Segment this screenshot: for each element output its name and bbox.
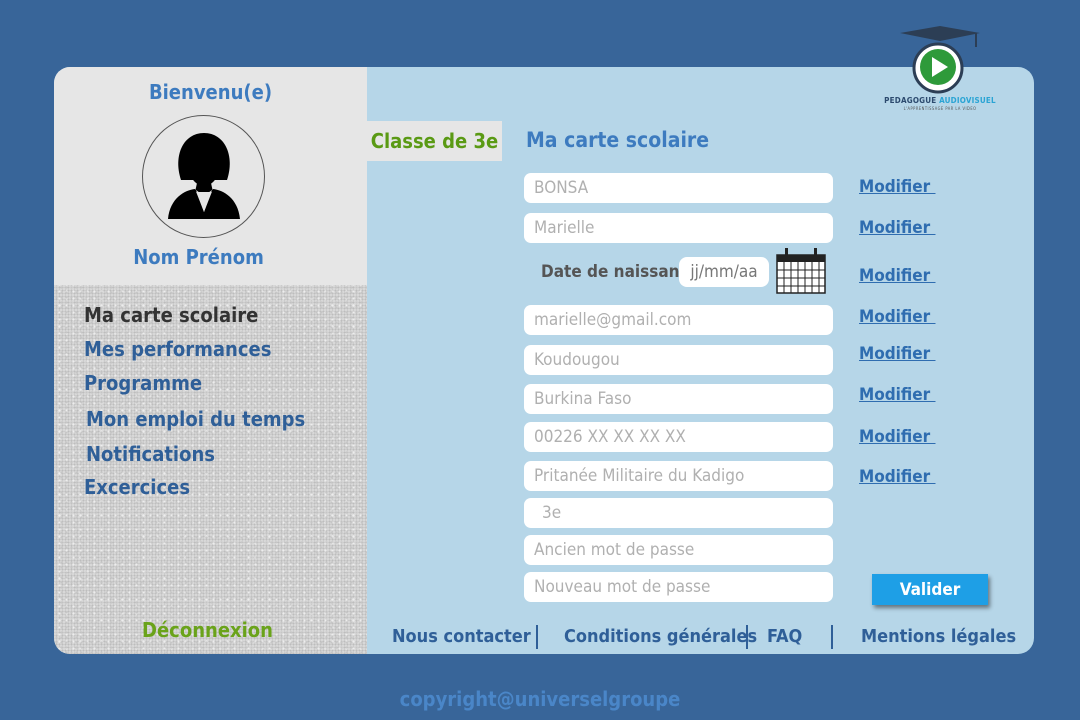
footer-legal-link[interactable]: Mentions légales (861, 626, 1016, 647)
logo[interactable]: PEDAGOGUE AUDIOVISUEL L'APPRENTISSAGE PA… (880, 25, 1000, 115)
old-password-field[interactable]: Ancien mot de passe (524, 535, 833, 565)
logo-tagline: L'APPRENTISSAGE PAR LA VIDEO (903, 106, 977, 111)
modify-last-name-link[interactable]: Modifier (859, 177, 936, 197)
modify-country-link[interactable]: Modifier (859, 385, 936, 405)
footer-terms-link[interactable]: Conditions générales (564, 626, 757, 647)
footer-faq-link[interactable]: FAQ (767, 626, 802, 647)
sidebar-item-notifications[interactable]: Notifications (86, 442, 215, 466)
page-title: Ma carte scolaire (526, 128, 710, 152)
country-field[interactable]: Burkina Faso (524, 384, 833, 414)
new-password-field[interactable]: Nouveau mot de passe (524, 572, 833, 602)
logout-link[interactable]: Déconnexion (54, 618, 361, 642)
user-name: Nom Prénom (133, 245, 264, 269)
copyright-text: copyright@universelgroupe (399, 687, 681, 711)
main-card: Bienvenu(e) Nom Prénom Ma carte scolaire… (54, 67, 1034, 654)
footer-separator (536, 625, 538, 649)
modify-phone-link[interactable]: Modifier (859, 427, 936, 447)
graduation-play-icon (900, 26, 980, 94)
email-field[interactable]: marielle@gmail.com (524, 305, 833, 335)
first-name-field[interactable]: Marielle (524, 213, 833, 243)
footer-contact-link[interactable]: Nous contacter (392, 626, 531, 647)
logo-text: PEDAGOGUE AUDIOVISUEL (884, 96, 996, 105)
calendar-icon[interactable] (776, 247, 826, 295)
avatar[interactable] (142, 115, 265, 238)
footer-separator (831, 625, 833, 649)
welcome-text: Bienvenu(e) (148, 80, 273, 104)
modify-first-name-link[interactable]: Modifier (859, 218, 936, 238)
grade-field[interactable]: 3e (524, 498, 833, 528)
user-female-icon (168, 133, 240, 219)
sidebar-item-exercices[interactable]: Excercices (84, 475, 190, 499)
dob-label: Date de naissance (541, 262, 699, 282)
modify-dob-link[interactable]: Modifier (859, 266, 936, 286)
modify-city-link[interactable]: Modifier (859, 344, 936, 364)
dob-field[interactable]: jj/mm/aa (679, 257, 769, 287)
class-tab[interactable]: Classe de 3e (367, 121, 502, 161)
sidebar-item-emploi-du-temps[interactable]: Mon emploi du temps (86, 407, 305, 431)
sidebar-item-ma-carte-scolaire[interactable]: Ma carte scolaire (84, 303, 258, 327)
profile-panel: Bienvenu(e) Nom Prénom (54, 67, 367, 285)
footer-separator (746, 625, 748, 649)
school-field[interactable]: Pritanée Militaire du Kadigo (524, 461, 833, 491)
modify-email-link[interactable]: Modifier (859, 307, 936, 327)
city-field[interactable]: Koudougou (524, 345, 833, 375)
modify-school-link[interactable]: Modifier (859, 467, 936, 487)
validate-button[interactable]: Valider (872, 574, 988, 605)
sidebar-item-programme[interactable]: Programme (84, 371, 202, 395)
sidebar-item-mes-performances[interactable]: Mes performances (84, 337, 271, 361)
phone-field[interactable]: 00226 XX XX XX XX (524, 422, 833, 452)
last-name-field[interactable]: BONSA (524, 173, 833, 203)
